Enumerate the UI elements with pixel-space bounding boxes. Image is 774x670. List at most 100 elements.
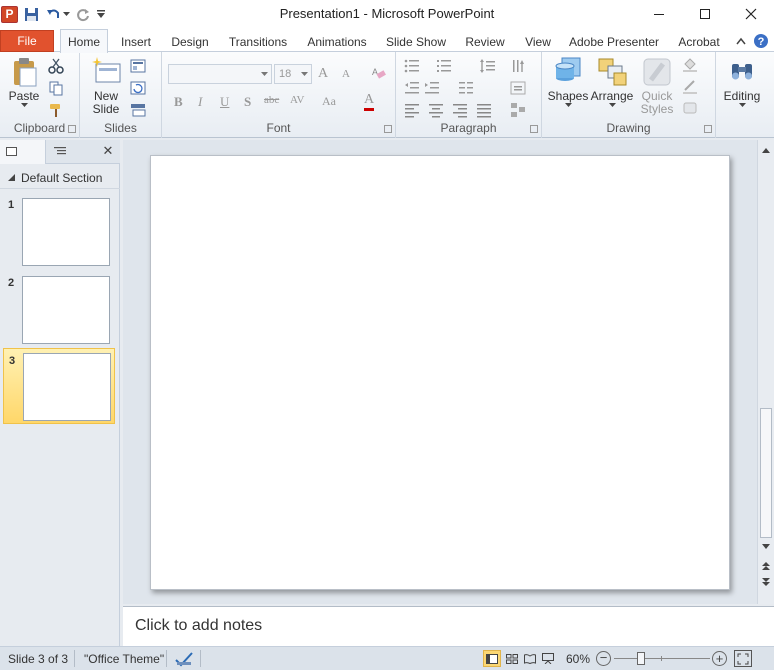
zoom-in-button[interactable]: +: [712, 651, 727, 666]
theme-name[interactable]: "Office Theme": [84, 652, 164, 666]
underline-button[interactable]: U: [220, 94, 229, 110]
editing-dropdown-icon: [738, 103, 746, 107]
shrink-font-button[interactable]: A: [342, 68, 350, 80]
italic-button[interactable]: I: [198, 94, 202, 110]
minimize-button[interactable]: [636, 0, 682, 28]
change-case-button[interactable]: Aa: [322, 94, 336, 109]
character-spacing-button[interactable]: AV: [290, 94, 304, 106]
tab-transitions[interactable]: Transitions: [224, 32, 292, 52]
layout-icon[interactable]: [130, 58, 146, 74]
paste-dropdown-icon: [20, 103, 28, 107]
tab-home[interactable]: Home: [60, 29, 108, 53]
columns-icon[interactable]: [458, 80, 474, 96]
font-color-button[interactable]: A: [364, 92, 375, 111]
current-slide[interactable]: [150, 155, 730, 590]
notes-placeholder[interactable]: Click to add notes: [135, 617, 262, 635]
tab-design[interactable]: Design: [166, 32, 214, 52]
fit-to-window-icon: [737, 653, 749, 664]
zoom-slider-track[interactable]: [614, 658, 710, 659]
arrange-button[interactable]: Arrange: [590, 56, 634, 108]
minimize-ribbon-icon[interactable]: [732, 32, 750, 50]
align-text-icon[interactable]: [510, 80, 526, 96]
increase-indent-icon[interactable]: [424, 80, 440, 96]
copy-icon[interactable]: [48, 80, 64, 96]
format-painter-icon[interactable]: [48, 102, 64, 118]
section-collapse-icon[interactable]: [8, 174, 15, 181]
fit-to-window-button[interactable]: [734, 650, 752, 667]
font-size-combo[interactable]: 18: [274, 64, 312, 84]
spelling-check-icon[interactable]: [174, 651, 194, 667]
tab-insert[interactable]: Insert: [114, 32, 158, 52]
editing-label: Editing: [723, 89, 761, 103]
slide-show-view-button[interactable]: [539, 650, 557, 667]
tab-view[interactable]: View: [520, 32, 556, 52]
align-left-icon[interactable]: [404, 102, 420, 118]
drawing-dialog-launcher[interactable]: [704, 125, 712, 133]
reset-slide-icon[interactable]: [130, 80, 146, 96]
zoom-level[interactable]: 60%: [566, 652, 590, 666]
line-spacing-icon[interactable]: [480, 58, 496, 74]
notes-pane[interactable]: Click to add notes: [123, 606, 774, 646]
vertical-scrollbar[interactable]: [757, 140, 774, 604]
shapes-button[interactable]: Shapes: [546, 56, 590, 108]
maximize-button[interactable]: [682, 0, 728, 28]
decrease-indent-icon[interactable]: [404, 80, 420, 96]
editing-button[interactable]: Editing: [720, 56, 764, 108]
zoom-slider-thumb[interactable]: [637, 652, 645, 665]
new-slide-button[interactable]: New Slide: [88, 56, 124, 116]
clear-formatting-icon[interactable]: A: [370, 64, 386, 80]
tab-animations[interactable]: Animations: [302, 32, 372, 52]
bullets-icon[interactable]: [404, 58, 420, 74]
numbering-icon[interactable]: [436, 58, 452, 74]
tab-review[interactable]: Review: [462, 32, 508, 52]
font-dialog-launcher[interactable]: [384, 125, 392, 133]
align-right-icon[interactable]: [452, 102, 468, 118]
help-icon[interactable]: ?: [752, 32, 770, 50]
tab-file[interactable]: File: [0, 30, 54, 52]
section-header[interactable]: Default Section: [0, 167, 120, 189]
quick-styles-button[interactable]: Quick Styles: [636, 56, 678, 116]
scroll-down-icon[interactable]: [758, 538, 774, 554]
slides-group: New Slide Slides: [80, 52, 162, 138]
slide-thumbnail-3[interactable]: 3: [3, 348, 115, 424]
section-icon[interactable]: [130, 102, 146, 118]
close-pane-button[interactable]: ✕: [100, 143, 116, 161]
reading-view-button[interactable]: [521, 650, 539, 667]
outline-tab[interactable]: [46, 140, 94, 164]
next-slide-icon[interactable]: [758, 574, 774, 590]
shape-fill-icon[interactable]: [682, 56, 698, 72]
new-slide-icon: [92, 57, 121, 83]
strikethrough-button[interactable]: abc: [264, 94, 279, 106]
ribbon-tab-row: File Home Insert Design Transitions Anim…: [0, 28, 774, 53]
scrollbar-thumb[interactable]: [760, 408, 772, 538]
tab-adobe-presenter[interactable]: Adobe Presenter: [566, 32, 662, 52]
font-name-combo[interactable]: [168, 64, 272, 84]
scroll-up-icon[interactable]: [758, 142, 774, 158]
shape-effects-icon[interactable]: [682, 100, 698, 116]
justify-icon[interactable]: [476, 102, 492, 118]
slide-sorter-view-button[interactable]: [503, 650, 521, 667]
shape-outline-icon[interactable]: [682, 78, 698, 94]
paragraph-dialog-launcher[interactable]: [530, 125, 538, 133]
tab-acrobat[interactable]: Acrobat: [672, 32, 726, 52]
cut-icon[interactable]: [48, 58, 64, 74]
zoom-out-button[interactable]: −: [596, 651, 611, 666]
text-shadow-button[interactable]: S: [244, 94, 251, 110]
close-button[interactable]: [728, 0, 774, 28]
slide-thumbnail-1[interactable]: 1: [3, 193, 115, 266]
align-center-icon[interactable]: [428, 102, 444, 118]
slide-thumbnail-2[interactable]: 2: [3, 271, 115, 344]
slides-tab[interactable]: [0, 140, 46, 164]
previous-slide-icon[interactable]: [758, 558, 774, 574]
clipboard-dialog-launcher[interactable]: [68, 125, 76, 133]
slide-thumbnail-preview: [22, 276, 110, 344]
slide-thumbnail-preview: [23, 353, 111, 421]
grow-font-button[interactable]: A: [318, 66, 328, 82]
text-direction-icon[interactable]: [510, 58, 526, 74]
convert-to-smartart-icon[interactable]: [510, 102, 526, 118]
paste-button[interactable]: Paste: [6, 56, 42, 108]
font-name-dropdown-icon: [261, 72, 268, 76]
tab-slide-show[interactable]: Slide Show: [382, 32, 450, 52]
bold-button[interactable]: B: [174, 94, 183, 110]
normal-view-button[interactable]: [483, 650, 501, 667]
